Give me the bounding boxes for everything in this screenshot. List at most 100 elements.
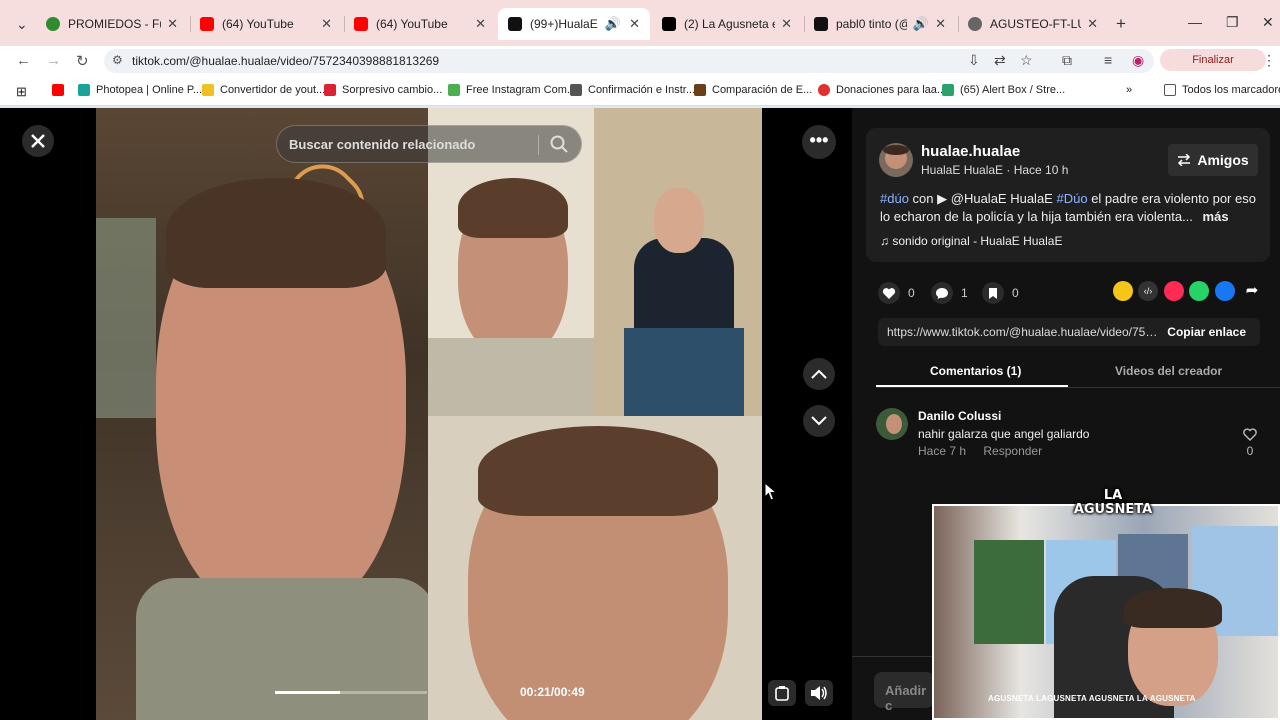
- caption-more-button[interactable]: más: [1203, 209, 1229, 224]
- install-icon[interactable]: ⇩: [968, 52, 980, 69]
- bookmark-sorpresivo[interactable]: Sorpresivo cambio...: [324, 84, 442, 96]
- add-comment-input[interactable]: Añadir c: [874, 672, 934, 713]
- embed-code-icon[interactable]: ‹/›: [1138, 281, 1158, 301]
- mention-link[interactable]: @HualaE HualaE: [951, 191, 1053, 206]
- friends-button[interactable]: Amigos: [1168, 144, 1258, 176]
- heart-icon[interactable]: [878, 282, 900, 304]
- copy-link-button[interactable]: Copiar enlace: [1167, 325, 1246, 339]
- commenter-avatar[interactable]: [876, 408, 908, 440]
- creator-username[interactable]: hualae.hualae: [921, 143, 1020, 160]
- translate-icon[interactable]: ⇄: [994, 52, 1006, 69]
- bookmark-convertidor[interactable]: Convertidor de yout...: [202, 84, 325, 96]
- close-video-button[interactable]: [22, 125, 54, 157]
- speaker-icon[interactable]: 🔊: [605, 16, 621, 32]
- media-icon[interactable]: ≡: [1104, 52, 1112, 68]
- x-favicon-icon: [662, 17, 676, 31]
- comment-stat[interactable]: 1: [931, 282, 968, 304]
- more-options-icon[interactable]: •••: [802, 125, 836, 159]
- bookmarks-overflow-icon[interactable]: »: [1126, 84, 1132, 96]
- video-time: 00:21/00:49: [520, 685, 585, 699]
- speaker-icon[interactable]: 🔊: [913, 16, 929, 32]
- bookmark-youtube[interactable]: [52, 84, 70, 96]
- close-tab-icon[interactable]: ✕: [935, 16, 946, 32]
- apps-grid-icon[interactable]: ⊞: [16, 84, 27, 100]
- bookmark-instagram[interactable]: Free Instagram Com...: [448, 84, 576, 96]
- floating-player-button[interactable]: [768, 680, 796, 706]
- reply-button[interactable]: Responder: [983, 444, 1042, 458]
- restore-icon[interactable]: ❐: [1226, 14, 1239, 31]
- folder-icon: [1164, 84, 1176, 96]
- menu-dots-icon[interactable]: ⋮: [1262, 52, 1276, 69]
- comparacion-favicon-icon: [694, 84, 706, 96]
- bookmark-alertbox[interactable]: (65) Alert Box / Stre...: [942, 84, 1065, 96]
- bookmark-confirmacion[interactable]: Confirmación e Instr...: [570, 84, 695, 96]
- tab-comments[interactable]: Comentarios (1): [930, 364, 1021, 378]
- video-player[interactable]: [96, 108, 762, 720]
- hashtag-duo-2[interactable]: #Dúo: [1056, 191, 1087, 206]
- close-tab-icon[interactable]: ✕: [167, 16, 178, 32]
- bookmark-photopea[interactable]: Photopea | Online P...: [78, 84, 202, 96]
- close-icon: [31, 134, 45, 148]
- bookmark-donaciones[interactable]: Donaciones para laa...: [818, 84, 946, 96]
- new-tab-icon[interactable]: +: [1116, 14, 1126, 34]
- tab-tiktok-active[interactable]: (99+)HualaE Huala🔊✕: [498, 8, 650, 40]
- close-tab-icon[interactable]: ✕: [629, 16, 640, 32]
- previous-video-button[interactable]: [803, 358, 835, 390]
- chevron-up-icon: [811, 369, 827, 379]
- bookmark-comparacion[interactable]: Comparación de E...: [694, 84, 812, 96]
- heart-outline-icon[interactable]: [1243, 428, 1257, 441]
- sound-link[interactable]: ♫ sonido original - HualaE HualaE: [880, 234, 1062, 248]
- bookmark-icon[interactable]: [982, 282, 1004, 304]
- close-tab-icon[interactable]: ✕: [475, 16, 486, 32]
- social-handles: AGUSNETA LAGUSNETA AGUSNETA LA AGUSNETA: [988, 694, 1196, 703]
- tab-promiedos[interactable]: PROMIEDOS - Futbol A✕: [36, 8, 188, 40]
- tab-search-icon[interactable]: ⌄: [16, 16, 28, 33]
- extensions-icon[interactable]: ⧉: [1062, 52, 1072, 69]
- bookmark-star-icon[interactable]: ☆: [1020, 52, 1033, 69]
- video-link[interactable]: https://www.tiktok.com/@hualae.hualae/vi…: [887, 325, 1159, 339]
- all-bookmarks[interactable]: Todos los marcadores: [1164, 84, 1280, 96]
- close-tab-icon[interactable]: ✕: [781, 16, 792, 32]
- video-left-pane: [96, 108, 436, 720]
- save-stat[interactable]: 0: [982, 282, 1019, 304]
- update-button[interactable]: Finalizar actualización: [1160, 49, 1266, 88]
- forward-icon[interactable]: →: [46, 52, 61, 69]
- youtube-favicon-icon: [354, 17, 368, 31]
- tiktok-favicon-icon: [814, 17, 828, 31]
- comment-icon[interactable]: [931, 282, 953, 304]
- site-info-icon[interactable]: ⚙: [112, 53, 123, 67]
- whatsapp-icon[interactable]: [1189, 281, 1209, 301]
- creator-avatar[interactable]: [879, 143, 913, 177]
- minimize-icon[interactable]: —: [1188, 14, 1202, 30]
- close-window-icon[interactable]: ✕: [1262, 14, 1274, 31]
- repost-share-icon[interactable]: [1113, 281, 1133, 301]
- share-arrow-icon[interactable]: ➦: [1242, 281, 1262, 301]
- back-icon[interactable]: ←: [16, 52, 31, 69]
- tab-agusteo[interactable]: AGUSTEO-FT-LULI-FE✕: [958, 8, 1108, 40]
- send-share-icon[interactable]: [1164, 281, 1184, 301]
- mouse-cursor-icon: [764, 482, 778, 501]
- close-tab-icon[interactable]: ✕: [321, 16, 332, 32]
- video-progress-bar[interactable]: [275, 691, 427, 694]
- play-mention-icon: ▶: [937, 191, 948, 206]
- commenter-name[interactable]: Danilo Colussi: [918, 409, 1001, 423]
- like-stat[interactable]: 0: [878, 282, 915, 304]
- comment-like[interactable]: 0: [1241, 428, 1259, 458]
- comment-meta: Hace 7 h Responder: [918, 444, 1056, 458]
- youtube-favicon-icon: [200, 17, 214, 31]
- tab-x-agusneta[interactable]: (2) La Agusneta en X✕: [652, 8, 802, 40]
- tab-creator-videos[interactable]: Videos del creador: [1115, 364, 1222, 378]
- tab-youtube-2[interactable]: (64) YouTube ✕: [344, 8, 496, 40]
- facebook-icon[interactable]: [1215, 281, 1235, 301]
- tab-tiktok-pablo[interactable]: pabl0 tinto (@pabl🔊✕: [804, 8, 956, 40]
- related-search-input[interactable]: Buscar contenido relacionado: [276, 125, 582, 163]
- next-video-button[interactable]: [803, 405, 835, 437]
- close-tab-icon[interactable]: ✕: [1087, 16, 1098, 32]
- profile-icon[interactable]: ◉: [1132, 52, 1144, 69]
- tiktok-favicon-icon: [508, 17, 522, 31]
- reload-icon[interactable]: ↻: [76, 52, 89, 70]
- search-icon[interactable]: [549, 134, 569, 154]
- hashtag-duo[interactable]: #dúo: [880, 191, 909, 206]
- volume-button[interactable]: [805, 680, 833, 706]
- tab-youtube-1[interactable]: (64) YouTube ✕: [190, 8, 342, 40]
